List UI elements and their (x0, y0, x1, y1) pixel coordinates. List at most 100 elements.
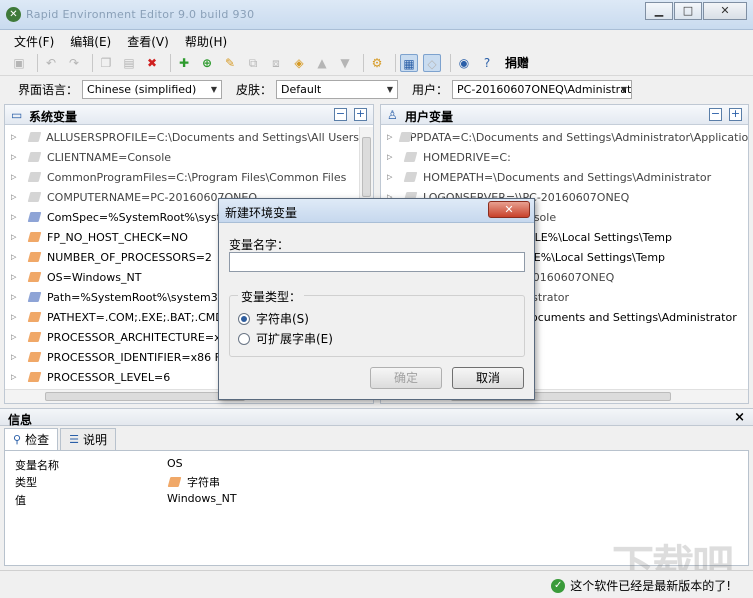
radio-expandable-string[interactable]: 可扩展字串(E) (238, 330, 333, 347)
menu-file[interactable]: 文件(F) (6, 30, 62, 50)
undo-icon[interactable]: ↶ (42, 54, 60, 72)
info-panel-header: 信息 × (0, 408, 753, 427)
collapse-all-button[interactable]: − (709, 108, 722, 121)
skin-select[interactable]: Default ▼ (276, 79, 399, 99)
user-icon: ♙ (387, 108, 398, 122)
dialog-title-bar: 新建环境变量 ✕ (219, 199, 534, 223)
system-variable-row[interactable]: ▷ CommonProgramFiles=C:\Program Files\Com… (5, 167, 359, 187)
expand-all-button[interactable]: + (729, 108, 742, 121)
dialog-title: 新建环境变量 (225, 206, 298, 220)
duplicate-icon[interactable]: ⧉ (244, 54, 262, 72)
expand-triangle-icon[interactable]: ▷ (11, 133, 21, 141)
tag-icon (27, 371, 43, 383)
expand-triangle-icon[interactable]: ▷ (11, 193, 21, 201)
tag-icon (27, 271, 43, 283)
redo-icon[interactable]: ↷ (65, 54, 83, 72)
check-icon: ✓ (551, 578, 566, 593)
info-panel-title: 信息 (8, 413, 33, 427)
menu-view[interactable]: 查看(V) (119, 30, 177, 50)
tag-icon (27, 171, 43, 183)
tag-icon[interactable]: ◈ (290, 54, 308, 72)
expand-all-button[interactable]: + (354, 108, 367, 121)
menu-help[interactable]: 帮助(H) (177, 30, 235, 50)
info-key: 变量名称 (15, 459, 59, 472)
user-pane-header: ♙ 用户变量 − + (381, 105, 748, 125)
system-variable-row[interactable]: ▷ CLIENTNAME=Console (5, 147, 359, 167)
radio-string[interactable]: 字符串(S) (238, 310, 309, 327)
save-icon[interactable]: ▣ (10, 54, 28, 72)
help-icon[interactable]: ? (478, 54, 496, 72)
expand-triangle-icon[interactable]: ▷ (387, 133, 392, 141)
tag-icon (27, 311, 43, 323)
ok-button[interactable]: 确定 (370, 367, 442, 389)
add-variable-icon[interactable]: ✚ (175, 54, 193, 72)
tag-icon (27, 291, 43, 303)
donate-button[interactable]: 捐赠 (505, 54, 529, 71)
web-icon[interactable]: ◉ (455, 54, 473, 72)
list-icon: ☰ (69, 433, 79, 446)
variable-name-input[interactable] (229, 252, 525, 272)
app-icon: ✕ (6, 7, 21, 22)
language-select[interactable]: Chinese (simplified) ▼ (82, 79, 223, 99)
cancel-button[interactable]: 取消 (452, 367, 524, 389)
menu-edit[interactable]: 编辑(E) (62, 30, 119, 50)
expand-triangle-icon[interactable]: ▷ (11, 253, 21, 261)
expand-triangle-icon[interactable]: ▷ (11, 333, 21, 341)
clone-icon[interactable]: ⧈ (267, 54, 285, 72)
expand-triangle-icon[interactable]: ▷ (11, 153, 21, 161)
move-up-icon[interactable]: ▲ (313, 54, 331, 72)
user-select[interactable]: PC-20160607ONEQ\Administrato ▼ (452, 79, 633, 99)
move-down-icon[interactable]: ▼ (336, 54, 354, 72)
tag-icon (403, 151, 419, 163)
expand-triangle-icon[interactable]: ▷ (11, 293, 21, 301)
expand-triangle-icon[interactable]: ▷ (11, 273, 21, 281)
maximize-button[interactable]: □ (674, 2, 702, 20)
expand-triangle-icon[interactable]: ▷ (11, 173, 21, 181)
info-value: 字符串 (167, 474, 220, 490)
expand-triangle-icon[interactable]: ▷ (387, 153, 397, 161)
expand-triangle-icon[interactable]: ▷ (387, 173, 397, 181)
settings-gear-icon[interactable]: ⚙ (368, 54, 386, 72)
options-row: 界面语言： Chinese (simplified) ▼ 皮肤： Default ▼… (0, 77, 753, 101)
user-variable-row[interactable]: ▷ HOMEPATH=\Documents and Settings\Admini… (381, 167, 748, 187)
menu-bar: 文件(F) 编辑(E) 查看(V) 帮助(H) (0, 30, 753, 50)
window-title: Rapid Environment Editor 9.0 build 930 (26, 8, 255, 21)
info-value: Windows_NT (167, 492, 237, 505)
system-variable-row[interactable]: ▷ ALLUSERSPROFILE=C:\Documents and Settin… (5, 127, 359, 147)
paste-icon[interactable]: ▤ (120, 54, 138, 72)
skin-label: 皮肤： (236, 82, 273, 97)
user-pane-title: 用户变量 (405, 110, 454, 124)
dialog-close-button[interactable]: ✕ (488, 201, 530, 218)
system-pane-title: 系统变量 (29, 110, 78, 124)
expand-triangle-icon[interactable]: ▷ (11, 353, 21, 361)
tag-icon (167, 476, 183, 488)
user-variable-row[interactable]: ▷ APPDATA=C:\Documents and Settings\Admin… (381, 127, 748, 147)
expand-triangle-icon[interactable]: ▷ (11, 213, 21, 221)
close-icon[interactable]: × (734, 410, 745, 425)
add-value-icon[interactable]: ⊕ (198, 54, 216, 72)
new-variable-dialog: 新建环境变量 ✕ 变量名字： 变量类型： 字符串(S) 可扩展字串(E) 确定 … (218, 198, 535, 400)
copy-icon[interactable]: ❐ (97, 54, 115, 72)
edit-icon[interactable]: ✎ (221, 54, 239, 72)
chevron-down-icon: ▼ (620, 84, 628, 94)
language-label: 界面语言： (18, 82, 79, 97)
tag-toggle-icon[interactable]: ◇ (423, 53, 441, 72)
monitor-icon: ▭ (11, 108, 23, 122)
expand-triangle-icon[interactable]: ▷ (11, 313, 21, 321)
delete-icon[interactable]: ✖ (143, 54, 161, 72)
close-button[interactable]: ✕ (703, 2, 747, 20)
tab-inspect[interactable]: ⚲ 检查 (4, 428, 59, 450)
user-variable-row[interactable]: ▷ HOMEDRIVE=C: (381, 147, 748, 167)
expand-triangle-icon[interactable]: ▷ (11, 233, 21, 241)
info-key: 值 (15, 494, 26, 507)
minimize-button[interactable]: ▁ (645, 2, 673, 20)
tag-icon (27, 231, 43, 243)
expand-triangle-icon[interactable]: ▷ (11, 373, 21, 381)
radio-unselected-icon[interactable] (238, 332, 250, 345)
tab-description[interactable]: ☰ 说明 (60, 428, 116, 450)
variable-type-group: 变量类型： 字符串(S) 可扩展字串(E) (229, 288, 525, 357)
radio-selected-icon[interactable] (238, 312, 250, 325)
info-panel-icon[interactable]: ▦ (400, 53, 418, 72)
collapse-all-button[interactable]: − (334, 108, 347, 121)
tag-icon (27, 151, 43, 163)
